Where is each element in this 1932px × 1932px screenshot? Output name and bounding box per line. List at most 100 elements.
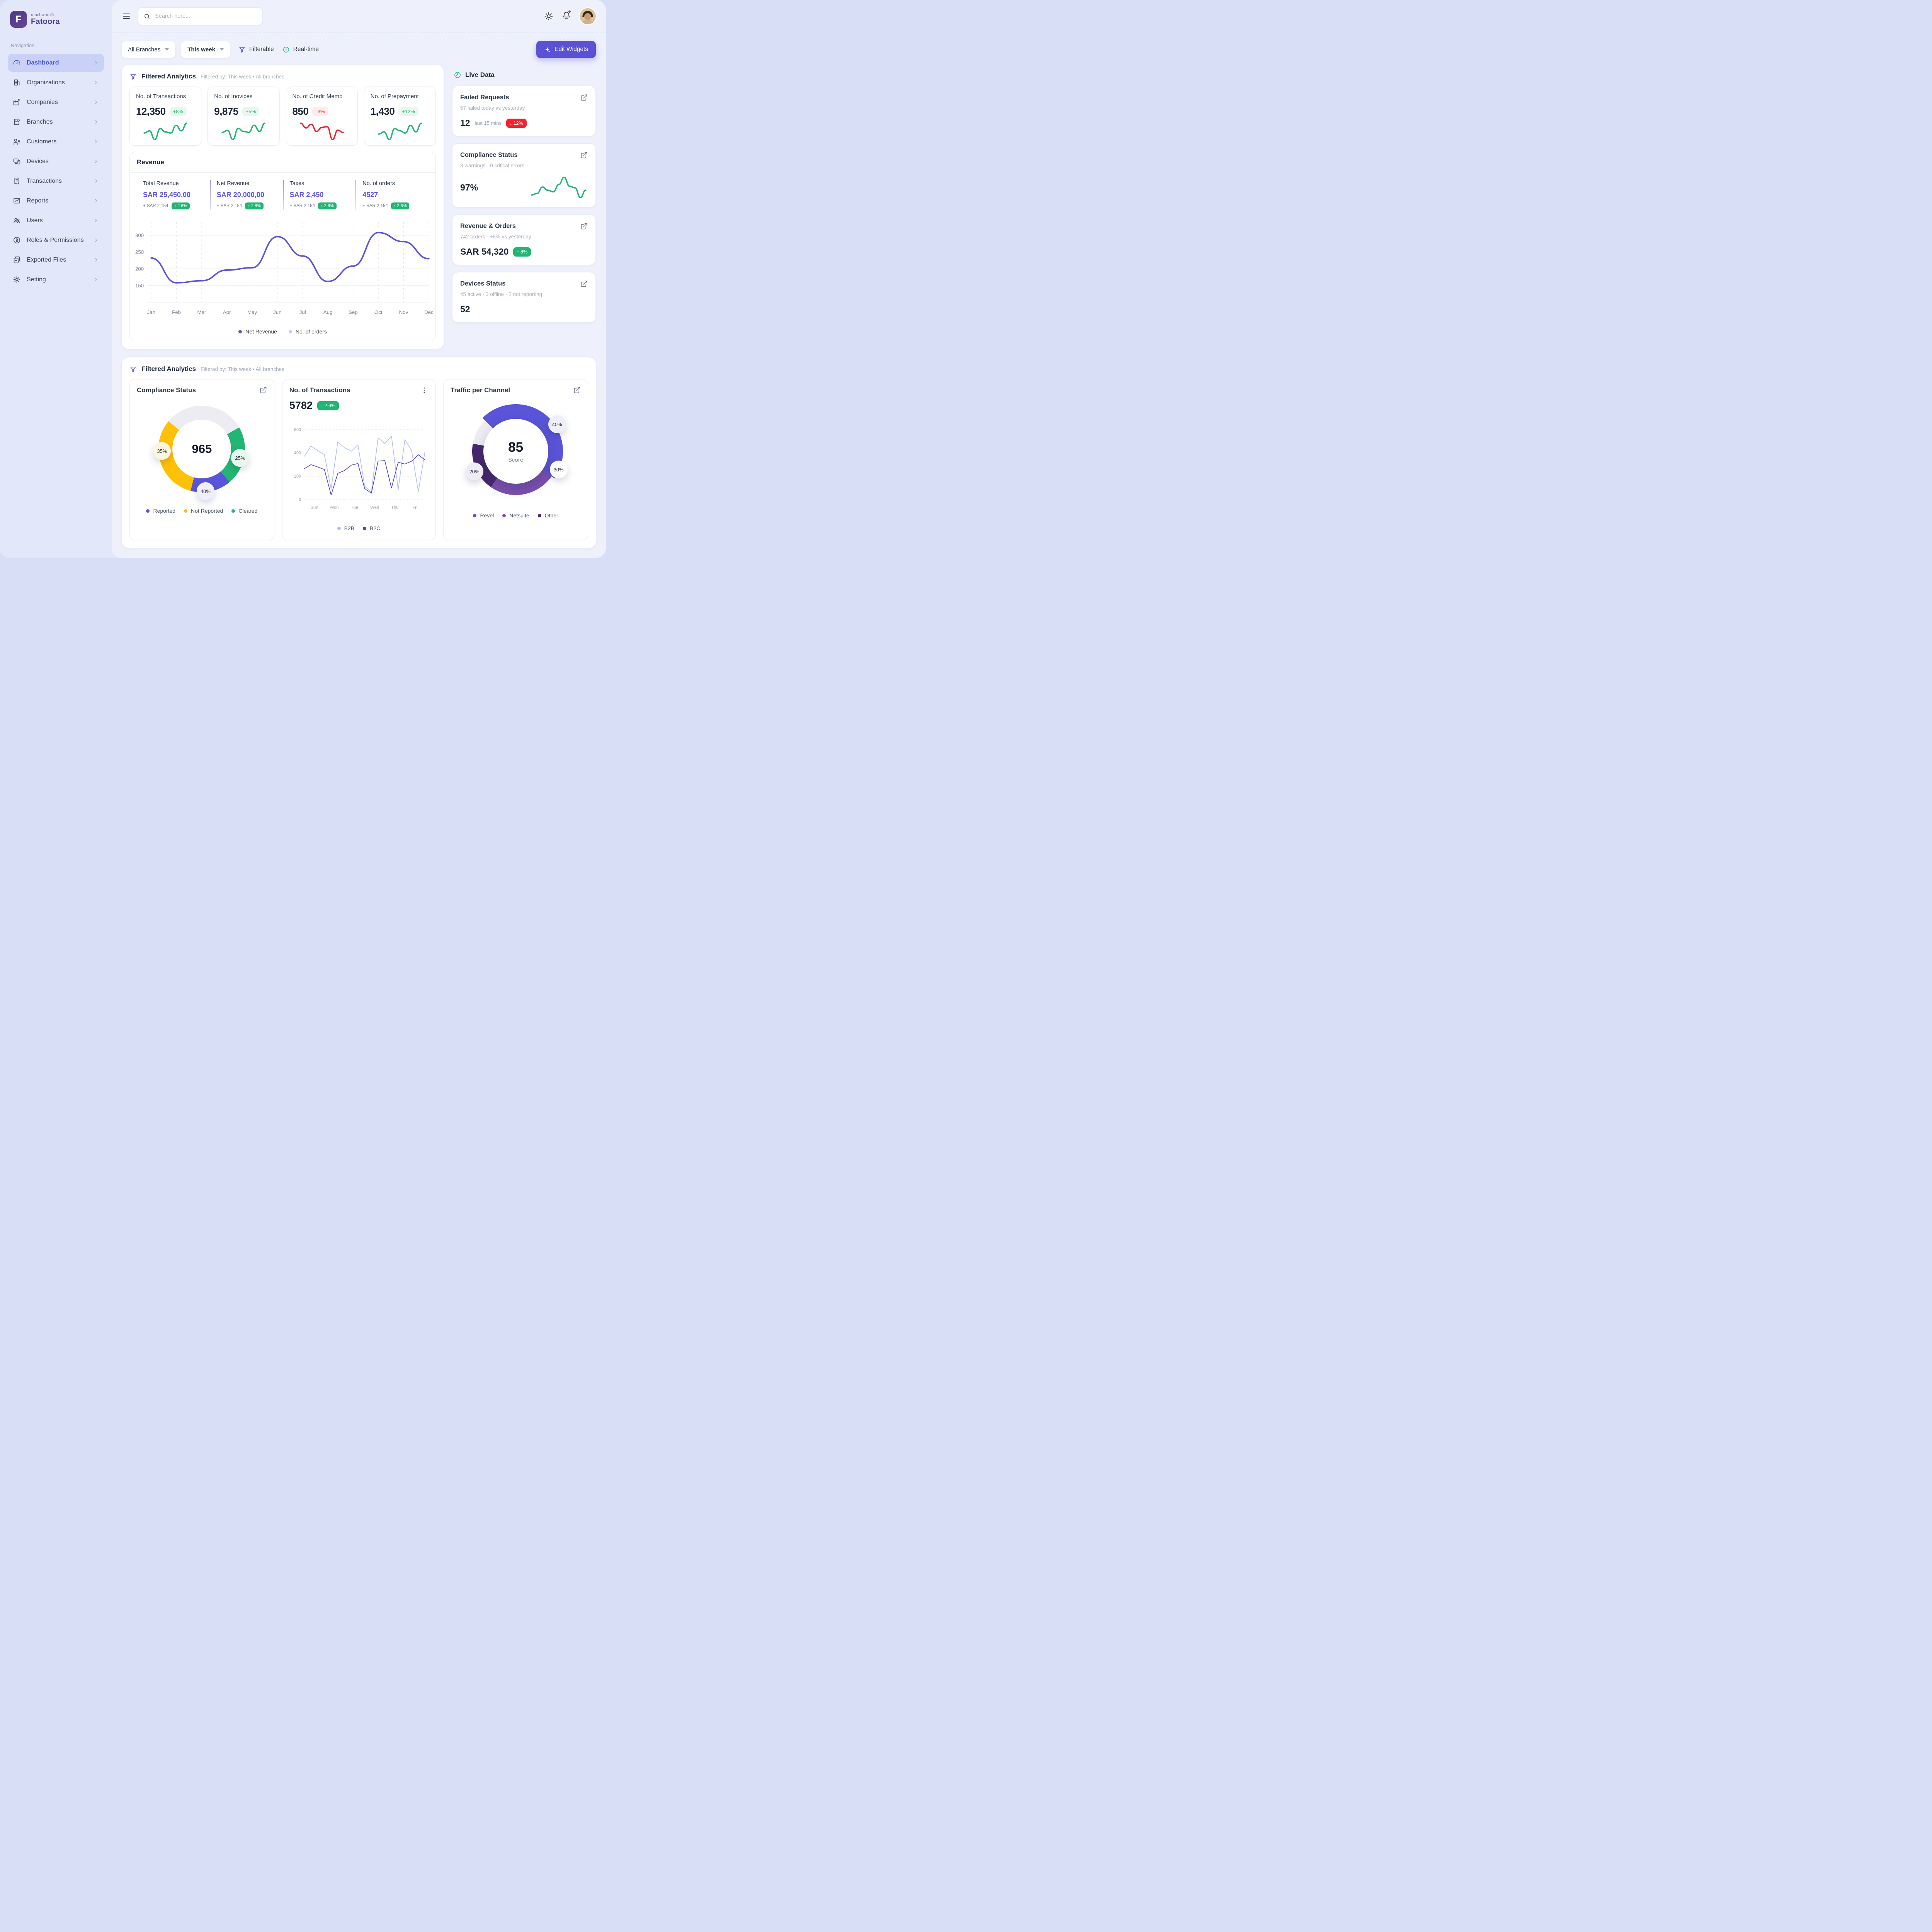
stat-card-transactions[interactable]: No. of Transactions 12,350 +8% — [129, 87, 201, 146]
card-badge: ↓ 12% — [506, 119, 527, 128]
sidebar-item-label: Reports — [27, 197, 87, 204]
donut-label-bubble: 20% — [466, 463, 483, 480]
card-title: Failed Requests — [460, 94, 509, 101]
svg-text:Sun: Sun — [310, 505, 318, 510]
external-link-icon[interactable] — [580, 151, 588, 159]
live-data-column: Live Data Failed Requests 57 failed toda… — [452, 65, 596, 330]
revenue-legend: Net Revenue No. of orders — [130, 327, 435, 341]
metric-sub: + SAR 2,154 — [217, 204, 242, 208]
search-box[interactable] — [138, 7, 262, 25]
brand-company: reachware® — [31, 13, 60, 17]
stat-delta-badge: +12% — [398, 107, 418, 116]
avatar-image — [580, 8, 596, 24]
donut-label-bubble: 30% — [550, 461, 568, 478]
stat-card-invoices[interactable]: No. of Inovices 9,875 +5% — [207, 87, 279, 146]
metric-label: Taxes — [290, 180, 350, 187]
external-link-icon[interactable] — [573, 386, 581, 394]
card-value: 12 — [460, 118, 470, 128]
clock-icon — [282, 46, 290, 53]
user-avatar[interactable] — [580, 8, 596, 24]
sidebar-item-label: Users — [27, 217, 87, 224]
card-subtitle: 45 active · 3 offline · 2 not reporting — [460, 291, 588, 297]
metric-value: SAR 25,450,00 — [143, 191, 204, 199]
svg-text:Apr: Apr — [223, 310, 231, 315]
sidebar-item-transactions[interactable]: Transactions — [8, 172, 104, 190]
sidebar-item-branches[interactable]: Branches — [8, 113, 104, 131]
sidebar-item-roles-permissions[interactable]: Roles & Permissions — [8, 231, 104, 249]
legend-dot — [473, 514, 476, 517]
filtered-analytics-header: Filtered Analytics Filtered by: This wee… — [129, 365, 588, 373]
external-link-icon[interactable] — [580, 94, 588, 101]
legend-dot — [146, 509, 150, 513]
svg-text:300: 300 — [135, 233, 144, 238]
compliance-donut-chart: 965 35% 25% 40% — [158, 406, 245, 492]
stat-delta-badge: +5% — [242, 107, 259, 116]
legend-label: Not Reported — [191, 508, 223, 514]
sidebar-item-label: Roles & Permissions — [27, 237, 87, 244]
kebab-menu-icon[interactable] — [420, 386, 428, 394]
chevron-right-icon — [93, 158, 99, 164]
external-link-icon[interactable] — [260, 386, 267, 394]
metric-total-revenue: Total Revenue SAR 25,450,00 + SAR 2,154 ↑… — [137, 180, 210, 210]
card-note: last 15 mins — [475, 120, 502, 126]
sidebar-item-reports[interactable]: Reports — [8, 192, 104, 210]
external-link-icon[interactable] — [580, 223, 588, 230]
search-input[interactable] — [155, 13, 257, 19]
sidebar-item-exported-files[interactable]: Exported Files — [8, 251, 104, 269]
metric-sub: + SAR 2,154 — [143, 204, 168, 208]
stat-title: No. of Inovices — [214, 93, 273, 100]
external-link-icon[interactable] — [580, 280, 588, 287]
chart-icon — [13, 197, 21, 205]
chevron-right-icon — [93, 218, 99, 223]
svg-text:Jan: Jan — [147, 310, 156, 315]
metric-sub: + SAR 2,154 — [290, 204, 315, 208]
legend-label: Netsuite — [509, 512, 529, 519]
failed-requests-card: Failed Requests 57 failed today vs yeste… — [452, 86, 596, 136]
metric-label: Total Revenue — [143, 180, 204, 187]
chevron-right-icon — [93, 80, 99, 85]
realtime-chip[interactable]: Real-time — [282, 46, 319, 53]
card-value: 97% — [460, 182, 478, 193]
live-data-title: Live Data — [465, 71, 495, 79]
sidebar-item-label: Customers — [27, 138, 87, 145]
sidebar-item-customers[interactable]: Customers — [8, 133, 104, 151]
caret-down-icon — [165, 48, 169, 51]
stat-card-credit-memo[interactable]: No. of Credit Memo 850 -3% — [286, 87, 358, 146]
card-title: No. of Transactions — [289, 386, 350, 394]
revenue-line-chart: 150200250300JanFebMarAprMayJunJulAugSepO… — [130, 216, 435, 327]
stat-card-prepayment[interactable]: No. of Prepayment 1,430 +12% — [364, 87, 436, 146]
compliance-legend: Reported Not Reported Cleared — [137, 505, 267, 515]
sidebar-item-setting[interactable]: Setting — [8, 270, 104, 289]
period-select[interactable]: This week — [181, 41, 230, 58]
notifications-button[interactable] — [562, 11, 571, 22]
edit-widgets-button[interactable]: Edit Widgets — [536, 41, 596, 58]
filterable-chip[interactable]: Filterable — [238, 46, 274, 53]
legend-dot — [184, 509, 187, 513]
metric-badge: ↑ 2.6% — [172, 202, 190, 209]
card-badge: ↑ 2.6% — [317, 401, 339, 410]
gear-icon — [13, 276, 21, 284]
metric-label: Net Revenue — [217, 180, 277, 187]
compliance-sparkline-chart — [530, 175, 588, 199]
card-value: SAR 54,320 — [460, 247, 509, 257]
sidebar-item-dashboard[interactable]: Dashboard — [8, 54, 104, 72]
metric-net-revenue: Net Revenue SAR 20,000,00 + SAR 2,154↑ 2… — [210, 180, 283, 210]
sidebar-item-companies[interactable]: Companies — [8, 93, 104, 111]
legend-dot — [231, 509, 235, 513]
menu-icon[interactable] — [122, 12, 131, 21]
metric-badge: ↑ 2.6% — [391, 202, 410, 209]
sparkline-chart — [136, 121, 195, 141]
sidebar-item-organizations[interactable]: Organizations — [8, 73, 104, 92]
sidebar-item-users[interactable]: Users — [8, 211, 104, 230]
branch-select[interactable]: All Branches — [122, 41, 175, 58]
chevron-right-icon — [93, 139, 99, 145]
chevron-right-icon — [93, 198, 99, 204]
sidebar-item-devices[interactable]: Devices — [8, 152, 104, 170]
theme-sun-icon[interactable] — [544, 12, 553, 21]
branch-select-value: All Branches — [128, 46, 160, 53]
card-value: 52 — [460, 304, 470, 315]
legend-label: Revel — [480, 512, 494, 519]
sidebar-item-label: Exported Files — [27, 257, 87, 264]
filtered-analytics-panel: Filtered Analytics Filtered by: This wee… — [122, 65, 444, 349]
stat-value: 850 — [293, 105, 309, 117]
